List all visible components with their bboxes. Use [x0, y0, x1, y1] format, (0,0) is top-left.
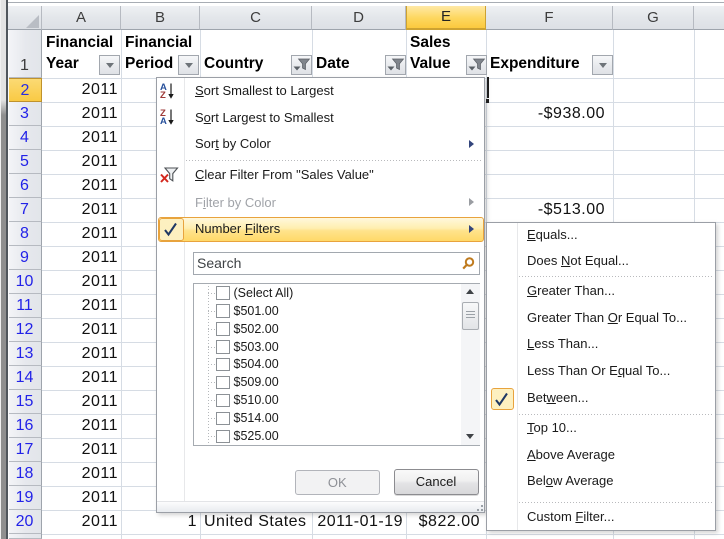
svg-text:Z: Z — [160, 90, 166, 99]
svg-text:A: A — [160, 116, 167, 125]
